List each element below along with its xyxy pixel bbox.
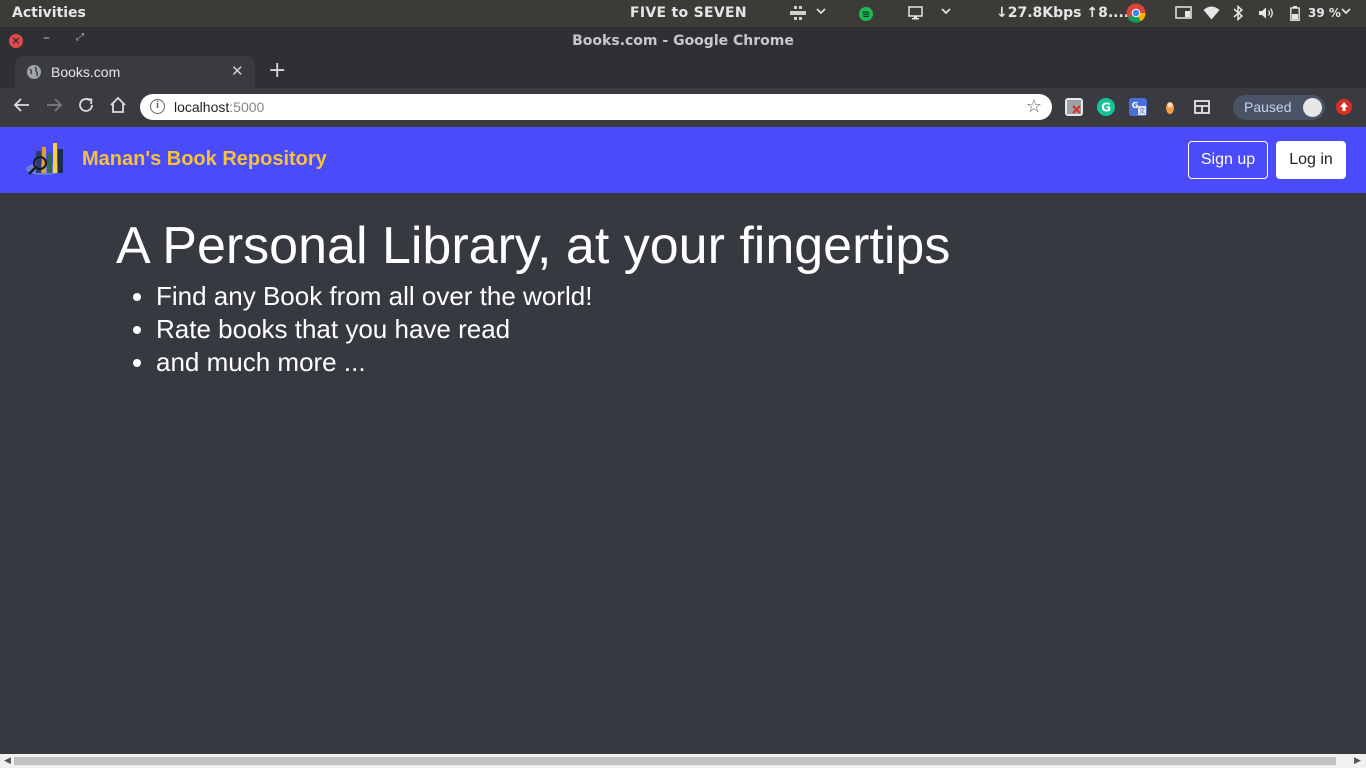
scroll-right-icon[interactable]: ▶ — [1354, 754, 1361, 768]
extension-disabled-icon[interactable] — [1065, 98, 1083, 116]
window-title-bar[interactable]: × – ⤢ Books.com - Google Chrome — [0, 27, 1366, 56]
workspace-grid-icon[interactable] — [790, 6, 806, 20]
profile-button[interactable]: Paused — [1233, 95, 1325, 120]
close-tab-icon[interactable]: ✕ — [231, 62, 244, 80]
home-icon[interactable] — [107, 96, 129, 119]
activities-button[interactable]: Activities — [12, 5, 86, 21]
avatar — [1303, 98, 1322, 117]
reload-icon[interactable] — [75, 96, 97, 119]
power-menu-icon[interactable] — [1340, 5, 1352, 17]
scroll-left-icon[interactable]: ◀ — [4, 754, 11, 768]
window-title: Books.com - Google Chrome — [572, 33, 794, 49]
battery-percent: 39 % — [1308, 6, 1341, 20]
url-port: :5000 — [229, 99, 265, 115]
scrollbar-thumb[interactable] — [14, 757, 1336, 765]
extension-orange-icon[interactable] — [1161, 98, 1179, 116]
update-icon[interactable] — [1336, 99, 1352, 115]
svg-text:G: G — [1132, 101, 1139, 110]
svg-text:G: G — [1101, 101, 1111, 115]
clock[interactable]: FIVE to SEVEN — [630, 5, 747, 21]
address-bar[interactable]: i localhost:5000 ☆ — [140, 94, 1052, 120]
svg-text:文: 文 — [1139, 106, 1146, 115]
url-text[interactable]: localhost:5000 — [174, 99, 264, 115]
globe-icon — [27, 65, 41, 79]
spotify-icon[interactable] — [859, 7, 873, 21]
tab-books[interactable]: Books.com ✕ — [15, 56, 255, 88]
dropdown-icon[interactable] — [940, 5, 952, 17]
wifi-icon[interactable] — [1203, 6, 1220, 20]
site-info-icon[interactable]: i — [150, 99, 165, 114]
login-button[interactable]: Log in — [1276, 141, 1346, 179]
grammarly-icon[interactable]: G — [1097, 98, 1115, 116]
network-speed: ↓27.8Kbps ↑8.... — [996, 5, 1130, 21]
bluetooth-icon[interactable] — [1232, 5, 1244, 21]
bookmark-star-icon[interactable]: ☆ — [1026, 96, 1042, 117]
tab-strip: Books.com ✕ + — [0, 56, 1366, 88]
battery-icon[interactable] — [1290, 6, 1300, 21]
display-icon[interactable] — [908, 6, 923, 20]
brand-title[interactable]: Manan's Book Repository — [82, 148, 327, 171]
chrome-icon[interactable] — [1126, 3, 1146, 23]
profile-status: Paused — [1244, 99, 1292, 115]
tab-title: Books.com — [51, 64, 121, 80]
google-translate-icon[interactable]: G文 — [1129, 98, 1147, 116]
extension-grid-icon[interactable] — [1193, 98, 1211, 116]
feature-item: and much more ... — [156, 346, 592, 379]
system-top-bar: Activities FIVE to SEVEN ↓27.8Kbps ↑8...… — [0, 0, 1366, 27]
feature-list: Find any Book from all over the world! R… — [156, 280, 592, 379]
feature-item: Rate books that you have read — [156, 313, 592, 346]
hero-title: A Personal Library, at your fingertips — [116, 217, 951, 275]
books-logo-icon[interactable] — [22, 139, 68, 179]
new-tab-icon[interactable]: + — [268, 58, 286, 83]
forward-icon[interactable] — [43, 96, 65, 119]
site-navbar: Manan's Book Repository Sign up Log in — [0, 127, 1366, 193]
url-host: localhost — [174, 99, 230, 115]
horizontal-scrollbar[interactable]: ◀ ▶ — [0, 754, 1366, 768]
back-icon[interactable] — [11, 96, 33, 119]
volume-icon[interactable] — [1258, 6, 1275, 20]
signup-button[interactable]: Sign up — [1188, 141, 1268, 179]
feature-item: Find any Book from all over the world! — [156, 280, 592, 313]
cast-icon[interactable] — [1175, 6, 1192, 20]
dropdown-icon[interactable] — [815, 5, 827, 17]
